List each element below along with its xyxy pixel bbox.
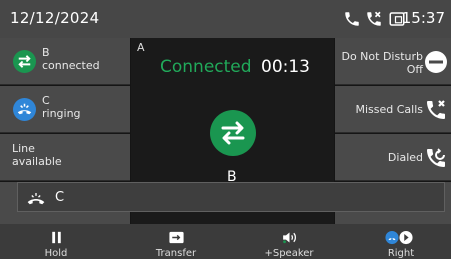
feature-label-line1: Missed Calls — [355, 103, 423, 116]
missed-call-icon — [427, 100, 445, 119]
pause-icon — [52, 231, 61, 244]
status-bar: 12/12/2024 15:37 — [0, 0, 451, 38]
incoming-call-icon — [27, 193, 45, 205]
call-line-label: A — [137, 41, 145, 54]
line-status: connected — [42, 59, 100, 72]
feature-label: Dialed — [388, 151, 423, 164]
line-status: ringing — [42, 107, 81, 120]
feature-key-missed-calls[interactable]: Missed Calls — [335, 86, 451, 133]
transfer-icon — [13, 50, 36, 73]
line-key-label: C ringing — [42, 94, 81, 120]
speaker-button[interactable]: +Speaker — [233, 224, 345, 259]
dnd-icon — [425, 51, 447, 73]
softkey-label: Hold — [44, 248, 68, 259]
line-key-line[interactable]: Line available — [0, 134, 130, 181]
line-key-c[interactable]: C ringing — [0, 86, 130, 133]
feature-label-line1: Dialed — [387, 151, 423, 164]
date: 12/12/2024 — [10, 9, 100, 27]
line-name: C — [42, 94, 50, 107]
line-key-b[interactable]: B connected — [0, 38, 130, 85]
call-duration: 00:13 — [261, 57, 310, 77]
feature-key-dnd[interactable]: Do Not Disturb Off — [335, 38, 451, 85]
phone-icon — [345, 12, 359, 26]
softkey-bar: Hold Transfer +Speaker Right — [0, 224, 451, 259]
incoming-caller-name: C — [55, 190, 65, 205]
feature-label: Do Not Disturb Off — [341, 50, 423, 76]
dialed-icon — [427, 148, 445, 167]
hold-button[interactable]: Hold — [0, 224, 112, 259]
line-name: Line — [12, 142, 35, 155]
transfer-button[interactable]: Transfer — [120, 224, 232, 259]
ringing-icon — [13, 98, 36, 121]
transfer-box-icon — [169, 231, 184, 244]
line-name: B — [42, 46, 50, 59]
feature-label-line1: Do Not Disturb — [341, 50, 423, 63]
transfer-icon — [210, 110, 256, 156]
line-key-label: B connected — [42, 46, 100, 72]
right-button[interactable]: Right — [345, 224, 451, 259]
right-icon — [385, 230, 413, 245]
softkey-label: +Speaker — [264, 248, 314, 259]
softkey-label: Transfer — [155, 248, 197, 259]
line-key-label: Line available — [12, 142, 62, 168]
speaker-icon — [283, 232, 296, 244]
incoming-call-popup[interactable]: C — [17, 182, 445, 212]
call-state: Connected — [160, 57, 252, 77]
missed-call-icon — [367, 11, 381, 26]
clock: 15:37 — [401, 9, 445, 27]
feature-label: Missed Calls — [355, 103, 423, 116]
line-status: available — [12, 155, 62, 168]
softkey-label: Right — [387, 248, 415, 259]
feature-key-dialed[interactable]: Dialed — [335, 134, 451, 181]
feature-label-line2: Off — [406, 63, 423, 76]
